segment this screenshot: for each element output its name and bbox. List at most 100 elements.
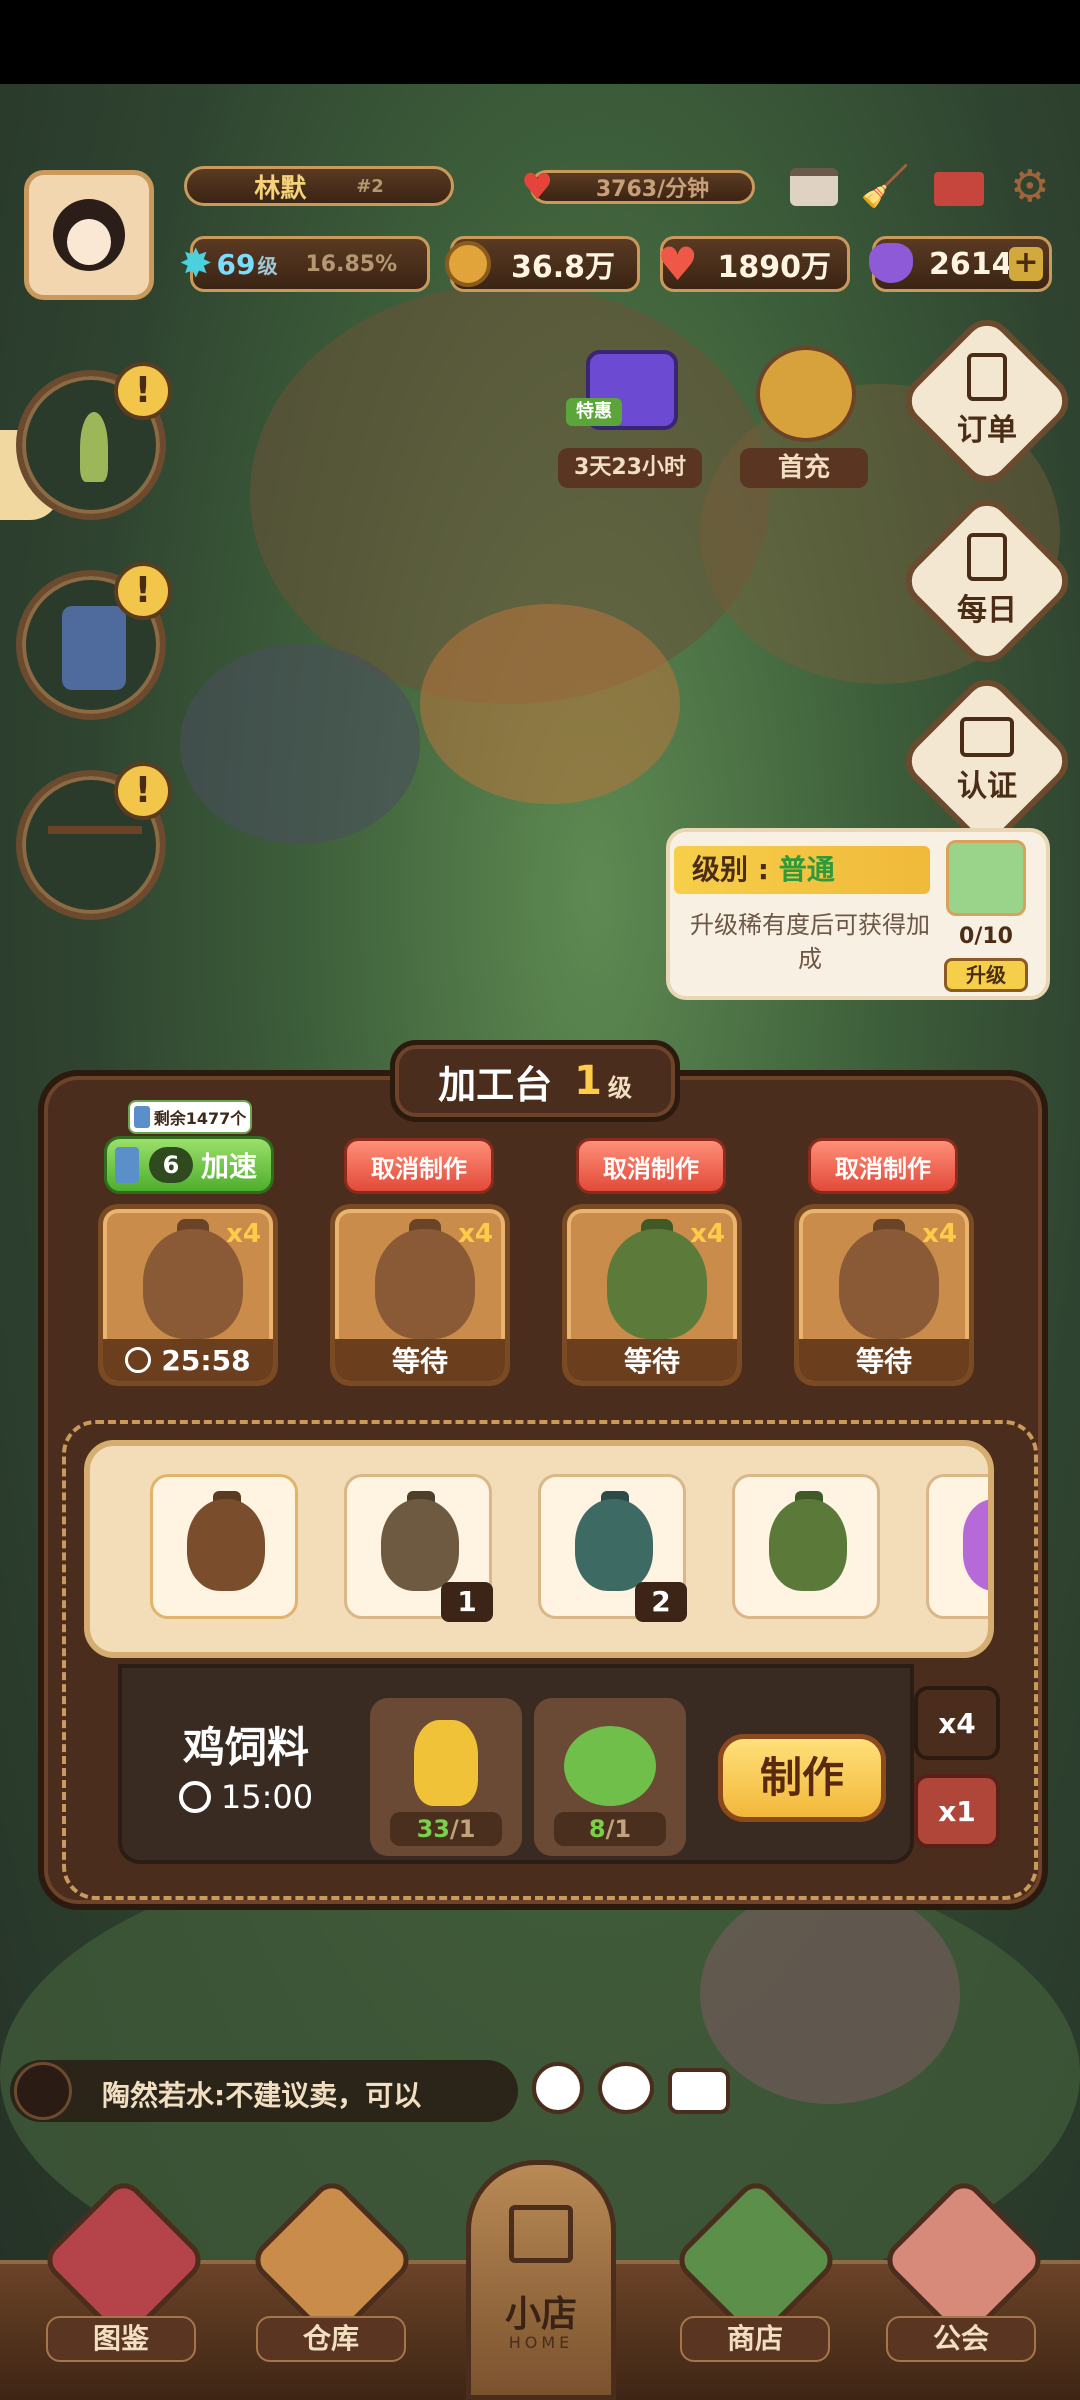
camera-icon[interactable] — [668, 2068, 730, 2114]
material-slot-wheat[interactable]: 33/1 — [370, 1698, 522, 1856]
gift-tag: 特惠 — [566, 398, 622, 426]
recipe-chicken-feed[interactable] — [150, 1474, 298, 1619]
special-offer-gift[interactable]: 特惠 — [566, 330, 696, 450]
level-popup-upgrade-button[interactable]: 升级 — [944, 958, 1028, 992]
queue-count: x4 — [458, 1219, 493, 1249]
craft-button[interactable]: 制作 — [718, 1734, 886, 1822]
rate-bar: ♥ 3763/分钟 — [521, 167, 755, 208]
chat-bubble-icon — [14, 2062, 72, 2120]
recipe-cow-feed[interactable]: 1 — [344, 1474, 493, 1622]
queue-count: x4 — [690, 1219, 725, 1249]
rate-value: 3763/分钟 — [595, 177, 710, 202]
orders-icon — [967, 353, 1007, 401]
machine-icon — [62, 606, 126, 690]
drying-rack-icon — [48, 826, 142, 876]
queue-slot-4[interactable]: x4 等待 — [794, 1204, 974, 1386]
level-popup-desc: 升级稀有度后可获得加成 — [690, 911, 930, 973]
daily-button[interactable]: 每日 — [895, 489, 1079, 673]
level-unit: 级 — [257, 253, 278, 278]
cancel-craft-button-3[interactable]: 取消制作 — [576, 1138, 726, 1194]
recipe-shrimp-feed[interactable]: 2 — [538, 1474, 687, 1622]
player-name-bar[interactable]: 林默 #2 — [184, 166, 454, 206]
player-level: 69 — [216, 247, 256, 281]
chat-message: 陶然若水:不建议卖，可以 — [102, 2079, 422, 2112]
heart-rate-icon: ♥ — [521, 167, 554, 208]
star-level-icon: ✸ — [179, 241, 213, 287]
certification-label: 认证 — [957, 769, 1017, 804]
player-avatar[interactable] — [24, 170, 154, 300]
heart-icon: ♥ — [657, 237, 699, 291]
calendar-icon[interactable] — [790, 168, 838, 206]
orders-button[interactable]: 订单 — [895, 309, 1079, 493]
scroll-item-icon — [133, 1106, 150, 1128]
quick-chat-icon[interactable] — [598, 2062, 654, 2114]
recharge-box-icon — [756, 346, 856, 442]
recipe-potion[interactable] — [926, 1474, 988, 1619]
selected-recipe-time-row: 15:00 — [146, 1778, 346, 1816]
potion-jar-icon — [963, 1499, 988, 1591]
daily-icon — [967, 533, 1007, 581]
emoji-icon[interactable] — [532, 2062, 584, 2114]
queue-status: 等待 — [623, 1345, 680, 1378]
add-gems-button[interactable]: + — [1009, 247, 1043, 281]
gems-bar[interactable]: 2614 + — [869, 236, 1052, 292]
nav-home-label: 小店 — [504, 2294, 577, 2335]
selected-recipe-name: 鸡饲料 — [182, 1723, 309, 1772]
workbench-rarity-icon — [946, 840, 1026, 916]
hourglass-icon — [115, 1147, 139, 1183]
shrimp-feed-sack-icon — [575, 1499, 653, 1591]
multiplier-x4-button[interactable]: x4 — [914, 1686, 1000, 1760]
chat-bar[interactable]: 陶然若水:不建议卖，可以 — [10, 2060, 518, 2122]
gift-timer: 3天23小时 — [558, 448, 702, 488]
player-rank: #2 — [356, 175, 384, 197]
queue-status: 等待 — [855, 1345, 912, 1378]
hearts-bar[interactable]: ♥ 1890万 — [657, 236, 850, 292]
queue-slot-3[interactable]: x4 等待 — [562, 1204, 742, 1386]
coins-value: 36.8万 — [510, 250, 615, 285]
cancel-craft-button-4[interactable]: 取消制作 — [808, 1138, 958, 1194]
queue-count: x4 — [226, 1219, 261, 1249]
nav-warehouse[interactable]: 仓库 — [256, 2316, 406, 2362]
gems-value: 2614 — [929, 246, 1013, 282]
clock-icon — [125, 1347, 152, 1373]
first-recharge-gift[interactable] — [740, 330, 870, 450]
mail-icon[interactable] — [934, 172, 984, 206]
speedup-button[interactable]: 6 加速 — [104, 1136, 274, 1194]
recipe-owned-badge: 1 — [441, 1582, 493, 1622]
certification-button[interactable]: 认证 — [895, 669, 1079, 853]
material-need: /1 — [449, 1815, 476, 1843]
alert-icon: ! — [114, 562, 172, 620]
queue-slot-2[interactable]: x4 等待 — [330, 1204, 510, 1386]
coin-icon — [445, 241, 491, 287]
level-bar[interactable]: ✸ 69 级 16.85% — [179, 236, 430, 292]
first-recharge-label: 首充 — [740, 448, 868, 488]
coins-bar[interactable]: 36.8万 — [445, 236, 640, 292]
nav-home-sublabel: HOME — [508, 2333, 574, 2352]
material-slot-cabbage[interactable]: 8/1 — [534, 1698, 686, 1856]
workbench-title: 加工台 — [438, 1062, 553, 1107]
workbench-level-unit: 级 — [607, 1073, 632, 1102]
level-popup-rarity: 普通 — [778, 853, 835, 886]
alert-icon: ! — [114, 362, 172, 420]
speedup-count: 6 — [149, 1147, 193, 1183]
nav-shop[interactable]: 商店 — [680, 2316, 830, 2362]
bamboo-shoot-icon — [80, 412, 108, 482]
player-name: 林默 — [254, 173, 307, 204]
workbench-title-plate: 加工台 1 级 — [390, 1040, 680, 1122]
multiplier-x1-button[interactable]: x1 — [914, 1774, 1000, 1848]
material-have: 8 — [588, 1815, 606, 1843]
nav-handbook[interactable]: 图鉴 — [46, 2316, 196, 2362]
crab-feed-sack-icon — [769, 1499, 847, 1591]
broom-icon[interactable]: 🧹 — [860, 164, 910, 210]
cancel-craft-button-2[interactable]: 取消制作 — [344, 1138, 494, 1194]
remaining-count: 剩余1477个 — [153, 1109, 247, 1128]
wheat-icon — [414, 1720, 478, 1806]
material-have: 33 — [416, 1815, 450, 1843]
nav-home[interactable]: 小店 HOME — [466, 2160, 616, 2400]
recipe-strip[interactable]: 1 2 — [84, 1440, 994, 1658]
queue-slot-1[interactable]: x4 25:58 — [98, 1204, 278, 1386]
recipe-crab-feed[interactable] — [732, 1474, 880, 1619]
gear-icon[interactable]: ⚙ — [1010, 164, 1056, 210]
nav-guild[interactable]: 公会 — [886, 2316, 1036, 2362]
hearts-value: 1890万 — [717, 250, 832, 285]
